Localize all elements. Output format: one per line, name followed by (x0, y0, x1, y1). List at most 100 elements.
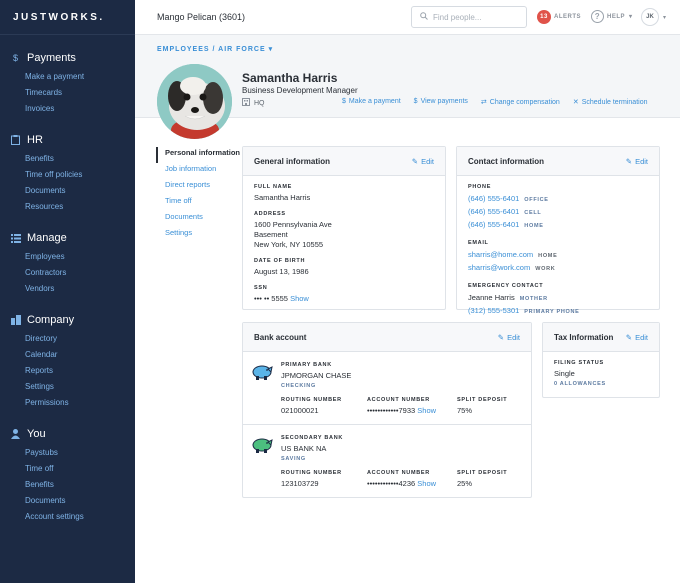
subnav-direct-reports[interactable]: Direct reports (156, 179, 241, 195)
edit-contact-button[interactable]: ✎ Edit (626, 157, 648, 166)
sidebar-item-reports[interactable]: Reports (10, 363, 135, 379)
company-name[interactable]: Mango Pelican (3601) (157, 12, 245, 22)
bank-rank-label: PRIMARY BANK (281, 362, 332, 368)
emergency-phone-link[interactable]: (312) 555-5301 (468, 306, 519, 315)
user-menu-button[interactable]: JK ▾ (641, 8, 666, 26)
sidebar-item-paystubs[interactable]: Paystubs (10, 445, 135, 461)
justworks-logo[interactable]: JUSTWORKS. (0, 0, 135, 35)
field-label: SPLIT DEPOSIT (457, 397, 508, 403)
people-search-input[interactable]: Find people... (411, 6, 527, 28)
field-label: EMERGENCY CONTACT (468, 283, 544, 289)
pencil-icon: ✎ (625, 332, 633, 342)
employee-title: Business Development Manager (242, 86, 358, 95)
list-icon (10, 233, 21, 244)
sidebar-item-benefits-you[interactable]: Benefits (10, 477, 135, 493)
card-title: Bank account (254, 332, 307, 342)
change-compensation-action[interactable]: ⇄ Change compensation (481, 98, 560, 106)
sidebar-item-timecards[interactable]: Timecards (10, 85, 135, 101)
tax-information-card: Tax Information ✎ Edit FILING STATUS Sing… (542, 322, 660, 398)
help-button[interactable]: ? HELP ▾ (591, 10, 633, 23)
sidebar-item-employees[interactable]: Employees (10, 249, 135, 265)
account-number-value: ••••••••••••7933 (367, 406, 416, 415)
sidebar-item-resources[interactable]: Resources (10, 199, 135, 215)
chevron-down-icon: ▾ (629, 14, 633, 20)
card-title: General information (254, 156, 331, 166)
sidebar-item-benefits[interactable]: Benefits (10, 151, 135, 167)
search-placeholder: Find people... (433, 12, 482, 22)
nav-section-hr: HR Benefits Time off policies Documents … (0, 133, 135, 215)
subnav-documents[interactable]: Documents (156, 211, 241, 227)
field-label: FULL NAME (254, 184, 292, 190)
date-of-birth-value: August 13, 1986 (254, 267, 309, 276)
alerts-count-badge: 13 (537, 10, 551, 24)
sidebar-item-make-a-payment[interactable]: Make a payment (10, 69, 135, 85)
employee-header: EMPLOYEES / AIR FORCE ▾ Samantha Harris … (135, 35, 680, 139)
ssn-value: ••• •• 5555 (254, 294, 288, 303)
search-icon (420, 12, 428, 22)
edit-general-button[interactable]: ✎ Edit (412, 157, 434, 166)
bank-name: US BANK NA (281, 444, 327, 453)
make-payment-action[interactable]: $ Make a payment (342, 98, 401, 106)
email-link[interactable]: sharris@home.com (468, 250, 533, 259)
phone-link[interactable]: (646) 555-6401 (468, 194, 519, 203)
address-line-2: Basement (254, 230, 288, 239)
phone-link[interactable]: (646) 555-6401 (468, 220, 519, 229)
sidebar-item-time-off[interactable]: Time off (10, 461, 135, 477)
sidebar-item-vendors[interactable]: Vendors (10, 281, 135, 297)
nav-heading-you: You (27, 428, 46, 440)
edit-bank-button[interactable]: ✎ Edit (498, 333, 520, 342)
nav-section-manage: Manage Employees Contractors Vendors (0, 231, 135, 297)
nav-heading-manage: Manage (27, 232, 67, 244)
edit-tax-button[interactable]: ✎ Edit (626, 333, 648, 342)
account-number-value: ••••••••••••4236 (367, 479, 416, 488)
full-name-value: Samantha Harris (254, 193, 311, 202)
subnav-settings[interactable]: Settings (156, 227, 241, 243)
sidebar-item-contractors[interactable]: Contractors (10, 265, 135, 281)
subnav-personal-information[interactable]: Personal information (156, 147, 241, 163)
alerts-button[interactable]: 13 ALERTS (537, 10, 581, 24)
nav-section-you: You Paystubs Time off Benefits Documents… (0, 427, 135, 525)
emergency-relation: MOTHER (519, 296, 548, 302)
phone-link[interactable]: (646) 555-6401 (468, 207, 519, 216)
breadcrumb[interactable]: EMPLOYEES / AIR FORCE ▾ (157, 45, 273, 53)
allowances-value: 0 ALLOWANCES (554, 381, 606, 387)
profile-subnav: Personal information Job information Dir… (156, 147, 241, 243)
piggy-bank-icon (251, 437, 273, 489)
bank-name: JPMORGAN CHASE (281, 371, 352, 380)
sidebar-item-documents-you[interactable]: Documents (10, 493, 135, 509)
help-icon: ? (591, 10, 604, 23)
email-type: HOME (538, 253, 558, 259)
card-title: Tax Information (554, 332, 614, 342)
subnav-time-off[interactable]: Time off (156, 195, 241, 211)
show-account-link[interactable]: Show (417, 406, 436, 415)
close-icon: ✕ (572, 99, 579, 106)
contact-information-card: Contact information ✎ Edit PHONE (646) 55… (456, 146, 660, 315)
help-label: HELP (607, 13, 626, 20)
phone-type: CELL (524, 210, 542, 216)
email-link[interactable]: sharris@work.com (468, 263, 530, 272)
employee-actions: $ Make a payment $ View payments ⇄ Change c… (342, 98, 660, 106)
field-label: ACCOUNT NUMBER (367, 470, 430, 476)
nav-heading-hr: HR (27, 134, 43, 146)
sidebar-item-calendar[interactable]: Calendar (10, 347, 135, 363)
sidebar-item-account-settings[interactable]: Account settings (10, 509, 135, 525)
sidebar-item-documents[interactable]: Documents (10, 183, 135, 199)
sidebar-item-invoices[interactable]: Invoices (10, 101, 135, 117)
chevron-down-icon: ▾ (663, 14, 667, 21)
sidebar-item-settings[interactable]: Settings (10, 379, 135, 395)
sidebar-item-time-off-policies[interactable]: Time off policies (10, 167, 135, 183)
building-icon (242, 98, 250, 108)
filing-status-value: Single (554, 369, 575, 378)
subnav-job-information[interactable]: Job information (156, 163, 241, 179)
sidebar: JUSTWORKS. $ Payments Make a payment Time… (0, 0, 135, 583)
pencil-icon: ✎ (497, 332, 505, 342)
sidebar-item-permissions[interactable]: Permissions (10, 395, 135, 411)
field-label: PHONE (468, 184, 492, 190)
show-ssn-link[interactable]: Show (290, 294, 309, 303)
view-payments-action[interactable]: $ View payments (414, 98, 468, 106)
show-account-link[interactable]: Show (417, 479, 436, 488)
field-label: FILING STATUS (554, 360, 604, 366)
schedule-termination-action[interactable]: ✕ Schedule termination (573, 98, 648, 106)
dollar-icon: $ (342, 98, 346, 105)
sidebar-item-directory[interactable]: Directory (10, 331, 135, 347)
